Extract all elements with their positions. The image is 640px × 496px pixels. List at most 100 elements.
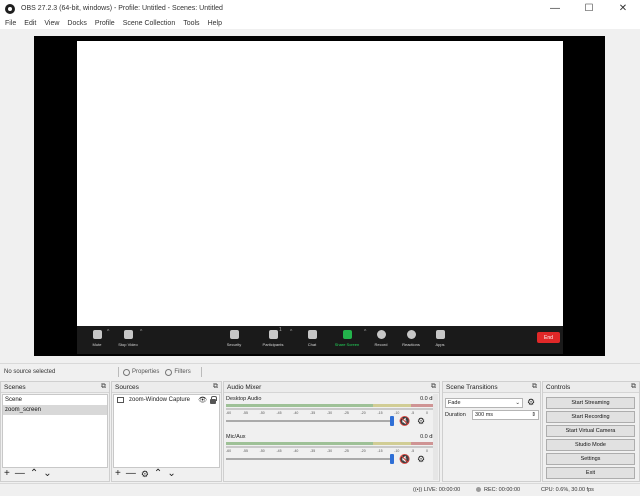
add-scene-button[interactable]: + — [4, 469, 10, 479]
minimize-icon[interactable]: — — [538, 0, 572, 17]
undock-icon[interactable]: ⧉ — [101, 383, 106, 391]
rec-timer: REC: 00:00:00 — [484, 487, 521, 493]
duration-spinbox[interactable]: 300 ms ⇕ — [472, 410, 539, 420]
mute-speaker-icon[interactable]: 🔇 — [399, 416, 410, 426]
move-down-button[interactable]: ⌄ — [43, 469, 51, 479]
scenes-buttons: + — ⌃ ⌄ — [4, 469, 52, 479]
duration-value: 300 ms — [475, 412, 494, 418]
settings-button[interactable]: Settings — [546, 453, 635, 465]
start-virtual-camera-button[interactable]: Start Virtual Camera — [546, 425, 635, 437]
audio-mixer-title: Audio Mixer — [227, 383, 262, 391]
mixer-scrollbar[interactable] — [433, 394, 438, 480]
live-status: ((•)) LIVE: 00:00:00 — [413, 487, 460, 493]
undock-icon[interactable]: ⧉ — [213, 383, 218, 391]
window-controls: — ☐ ✕ — [538, 0, 640, 17]
properties-label: Properties — [132, 369, 160, 375]
undock-icon[interactable]: ⧉ — [631, 383, 636, 391]
move-up-button[interactable]: ⌃ — [154, 469, 162, 479]
menu-file[interactable]: File — [0, 20, 20, 27]
list-item[interactable]: Scene — [3, 395, 107, 405]
zoom-participants: Participants — [253, 328, 293, 347]
undock-icon[interactable]: ⧉ — [431, 383, 436, 391]
close-icon[interactable]: ✕ — [606, 0, 640, 17]
transitions-dock-title: Scene Transitions ⧉ — [443, 382, 540, 393]
participants-count: 1 — [279, 327, 282, 333]
lock-icon[interactable] — [210, 395, 217, 404]
fader-row: 🔇 ⚙ — [226, 453, 436, 465]
channel-name: Mic/Aux — [226, 434, 246, 440]
add-source-button[interactable]: + — [115, 469, 121, 479]
zoom-participants-label: Participants — [262, 342, 284, 347]
volume-slider-handle[interactable] — [390, 454, 394, 464]
maximize-icon[interactable]: ☐ — [572, 0, 606, 17]
source-toolbar: No source selected Properties Filters — [0, 363, 640, 380]
caret-up-icon: ^ — [140, 329, 143, 335]
gear-icon[interactable]: ⚙ — [141, 469, 149, 479]
audio-mixer-dock: Audio Mixer ⧉ Desktop Audio 0.0 dB -60 -… — [223, 381, 440, 482]
apps-icon — [435, 330, 445, 339]
mute-speaker-icon[interactable]: 🔇 — [399, 454, 410, 464]
studio-mode-button[interactable]: Studio Mode — [546, 439, 635, 451]
broadcast-icon: ((•)) — [413, 487, 423, 493]
menu-tools[interactable]: Tools — [179, 20, 203, 27]
preview-canvas[interactable]: Mute ^ Stop Video ^ Security Participant… — [34, 36, 605, 356]
controls-dock: Controls ⧉ Start Streaming Start Recordi… — [542, 381, 640, 482]
spin-arrows-icon[interactable]: ⇕ — [531, 412, 536, 418]
sources-dock: Sources ⧉ zoom-Window Capture 👁 + — ⚙ ⌃ … — [111, 381, 222, 482]
volume-slider-handle[interactable] — [390, 416, 394, 426]
gear-icon[interactable]: ⚙ — [527, 397, 535, 408]
microphone-icon — [92, 330, 102, 339]
channel-name: Desktop Audio — [226, 396, 262, 402]
menu-view[interactable]: View — [40, 20, 63, 27]
captured-window-content — [77, 41, 563, 326]
zoom-security: Security — [214, 328, 254, 347]
share-screen-icon — [342, 330, 352, 339]
channel-header: Mic/Aux 0.0 dB — [226, 434, 436, 441]
scenes-dock-title: Scenes ⧉ — [1, 382, 109, 393]
undock-icon[interactable]: ⧉ — [532, 383, 537, 391]
gear-icon[interactable]: ⚙ — [417, 416, 425, 426]
gear-icon[interactable]: ⚙ — [417, 454, 425, 464]
list-item[interactable]: zoom-Window Capture 👁 — [114, 395, 219, 405]
filter-icon — [165, 368, 173, 376]
divider — [200, 367, 202, 377]
volume-slider-track[interactable] — [226, 458, 391, 460]
remove-scene-button[interactable]: — — [15, 469, 25, 479]
exit-button[interactable]: Exit — [546, 467, 635, 479]
zoom-chat-label: Chat — [307, 342, 317, 347]
filters-button[interactable]: Filters — [165, 368, 191, 376]
menu-help[interactable]: Help — [204, 20, 226, 27]
transitions-title: Scene Transitions — [446, 383, 498, 391]
video-camera-icon — [123, 330, 133, 339]
zoom-mute-label: Mute — [92, 342, 102, 347]
properties-button[interactable]: Properties — [123, 368, 160, 376]
scenes-list: Scene zoom_screen — [2, 394, 108, 468]
no-source-label: No source selected — [4, 369, 56, 375]
record-icon — [376, 330, 386, 339]
eye-icon[interactable]: 👁 — [198, 396, 207, 404]
volume-meter — [226, 404, 436, 407]
menu-edit[interactable]: Edit — [20, 20, 40, 27]
zoom-share-screen-label: Share Screen — [334, 342, 360, 347]
record-dot-icon — [476, 487, 481, 492]
start-streaming-button[interactable]: Start Streaming — [546, 397, 635, 409]
menu-profile[interactable]: Profile — [91, 20, 119, 27]
move-down-button[interactable]: ⌄ — [167, 469, 175, 479]
zoom-security-label: Security — [226, 342, 242, 347]
scene-transitions-dock: Scene Transitions ⧉ Fade ⌄ ⚙ Duration 30… — [442, 381, 541, 482]
transition-select[interactable]: Fade ⌄ — [445, 397, 523, 408]
zoom-apps-label: Apps — [435, 342, 445, 347]
remove-source-button[interactable]: — — [126, 469, 136, 479]
move-up-button[interactable]: ⌃ — [30, 469, 38, 479]
rec-status: REC: 00:00:00 — [476, 487, 520, 493]
start-recording-button[interactable]: Start Recording — [546, 411, 635, 423]
audio-mixer-dock-title: Audio Mixer ⧉ — [224, 382, 439, 393]
volume-slider-track[interactable] — [226, 420, 391, 422]
sources-list: zoom-Window Capture 👁 — [113, 394, 220, 468]
volume-meter — [226, 408, 436, 410]
participants-icon — [268, 330, 278, 339]
menu-docks[interactable]: Docks — [63, 20, 90, 27]
zoom-stop-video-label: Stop Video — [118, 342, 138, 347]
list-item[interactable]: zoom_screen — [3, 405, 107, 415]
menu-scene-collection[interactable]: Scene Collection — [119, 20, 180, 27]
